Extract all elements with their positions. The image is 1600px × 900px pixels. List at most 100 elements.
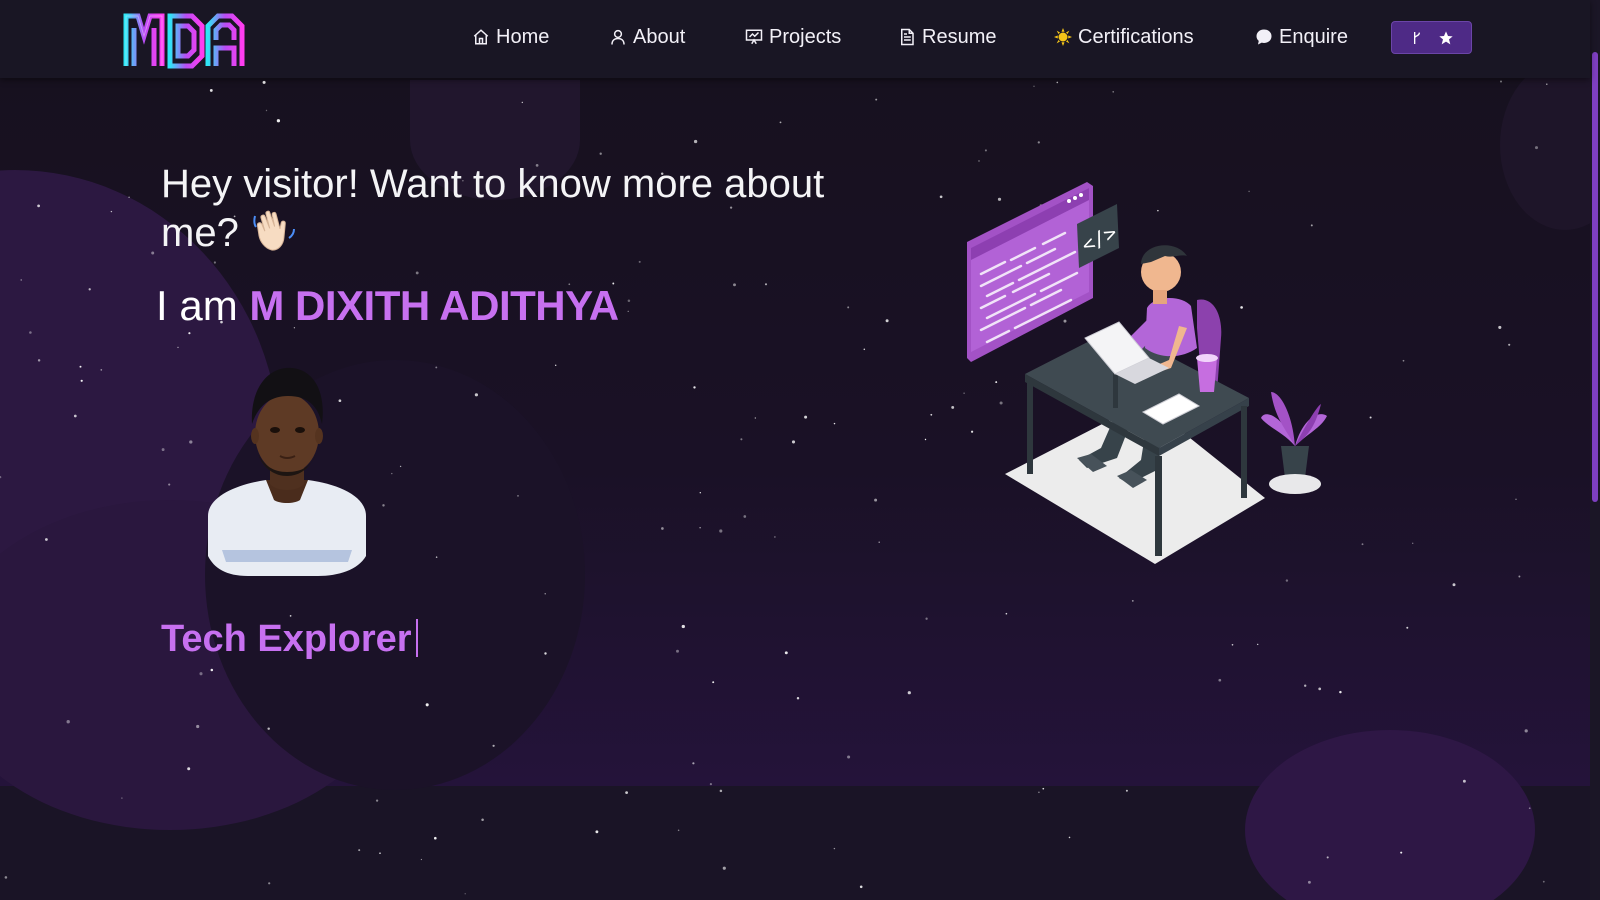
- star-dot: [1546, 83, 1548, 85]
- hero-greeting: Hey visitor! Want to know more about me?: [161, 160, 881, 263]
- star-dot: [1037, 141, 1040, 144]
- star-dot: [722, 866, 726, 870]
- star-dot: [875, 98, 878, 101]
- star-dot: [177, 346, 179, 349]
- star-dot: [544, 652, 547, 655]
- star-dot: [681, 624, 685, 629]
- star-dot: [699, 527, 701, 529]
- star-dot: [265, 109, 268, 112]
- star-dot: [464, 893, 466, 895]
- star-dot: [1498, 325, 1502, 329]
- navbar: Home About Projects Resume Certification…: [0, 0, 1590, 78]
- star-dot: [267, 727, 270, 730]
- typed-role-label: Tech Explorer: [161, 618, 412, 660]
- star-dot: [88, 288, 91, 291]
- star-icon: [1438, 30, 1453, 44]
- star-dot: [0, 476, 2, 479]
- star-dot: [1534, 146, 1539, 150]
- star-dot: [699, 492, 701, 494]
- star-dot: [676, 649, 679, 653]
- star-dot: [709, 783, 712, 786]
- nav-projects[interactable]: Projects: [745, 22, 841, 52]
- star-dot: [939, 195, 943, 199]
- logo[interactable]: [122, 8, 248, 70]
- star-dot: [1524, 729, 1528, 733]
- star-dot: [754, 417, 756, 419]
- nav-enquire[interactable]: Enquire: [1255, 22, 1348, 52]
- nav-projects-label: Projects: [769, 26, 842, 48]
- star-dot: [784, 651, 788, 655]
- star-dot: [925, 617, 928, 620]
- star-dot: [1412, 542, 1414, 544]
- star-dot: [492, 744, 495, 747]
- star-dot: [661, 527, 664, 530]
- star-dot: [1400, 851, 1403, 854]
- star-dot: [20, 279, 22, 281]
- star-dot: [791, 440, 796, 444]
- star-dot: [1131, 600, 1134, 602]
- star-dot: [874, 498, 878, 502]
- star-dot: [110, 210, 113, 213]
- star-dot: [187, 767, 191, 771]
- star-dot: [1038, 791, 1040, 794]
- star-dot: [712, 681, 715, 684]
- star-dot: [1452, 583, 1456, 587]
- star-dot: [885, 319, 889, 323]
- star-dot: [37, 204, 40, 208]
- star-dot: [978, 160, 980, 162]
- star-dot: [434, 836, 437, 840]
- star-dot: [692, 762, 695, 765]
- nav-resume[interactable]: Resume: [898, 22, 996, 52]
- star-dot: [859, 885, 863, 889]
- star-dot: [262, 80, 266, 84]
- star-dot: [878, 541, 880, 543]
- star-dot: [37, 359, 41, 362]
- star-dot: [375, 799, 379, 802]
- star-dot: [907, 691, 911, 695]
- star-dot: [1500, 80, 1502, 83]
- presentation-icon: [745, 29, 763, 45]
- nav-resume-label: Resume: [922, 26, 997, 48]
- star-dot: [1231, 643, 1234, 646]
- star-dot: [425, 703, 429, 707]
- star-dot: [627, 310, 629, 312]
- star-dot: [209, 88, 213, 92]
- star-dot: [358, 849, 361, 852]
- github-star-button[interactable]: [1391, 21, 1472, 54]
- star-dot: [210, 668, 214, 672]
- intro-line: I am M DIXITH ADITHYA: [156, 282, 619, 330]
- star-dot: [1326, 856, 1329, 859]
- star-dot: [1068, 836, 1071, 839]
- star-dot: [474, 393, 478, 397]
- nav-home[interactable]: Home: [472, 22, 549, 52]
- typed-role-text: Tech Explorer: [161, 618, 418, 661]
- home-icon: [473, 29, 489, 45]
- star-dot: [382, 504, 385, 507]
- star-dot: [796, 696, 800, 700]
- nav-certifications[interactable]: Certifications: [1054, 22, 1194, 52]
- star-dot: [151, 251, 155, 255]
- star-dot: [80, 379, 83, 382]
- star-dot: [1307, 880, 1311, 884]
- star-dot: [555, 364, 557, 366]
- hero-greeting-block: Hey visitor! Want to know more about me?: [161, 160, 881, 263]
- star-dot: [66, 720, 70, 724]
- star-dot: [1042, 787, 1045, 790]
- nav-certifications-label: Certifications: [1078, 26, 1194, 48]
- document-icon: [901, 28, 914, 46]
- star-dot: [733, 283, 736, 287]
- star-dot: [481, 818, 484, 822]
- star-dot: [4, 876, 8, 879]
- star-dot: [1112, 91, 1114, 93]
- star-dot: [517, 495, 519, 497]
- avatar: [208, 367, 366, 576]
- star-dot: [128, 196, 130, 198]
- developer-at-desk-illustration: </>: [967, 182, 1327, 564]
- star-dot: [188, 332, 191, 335]
- star-dot: [1361, 543, 1364, 546]
- star-dot: [1515, 498, 1517, 500]
- scrollbar-thumb[interactable]: [1592, 52, 1598, 502]
- star-dot: [1125, 789, 1128, 792]
- nav-about[interactable]: About: [609, 22, 685, 52]
- star-dot: [199, 672, 203, 676]
